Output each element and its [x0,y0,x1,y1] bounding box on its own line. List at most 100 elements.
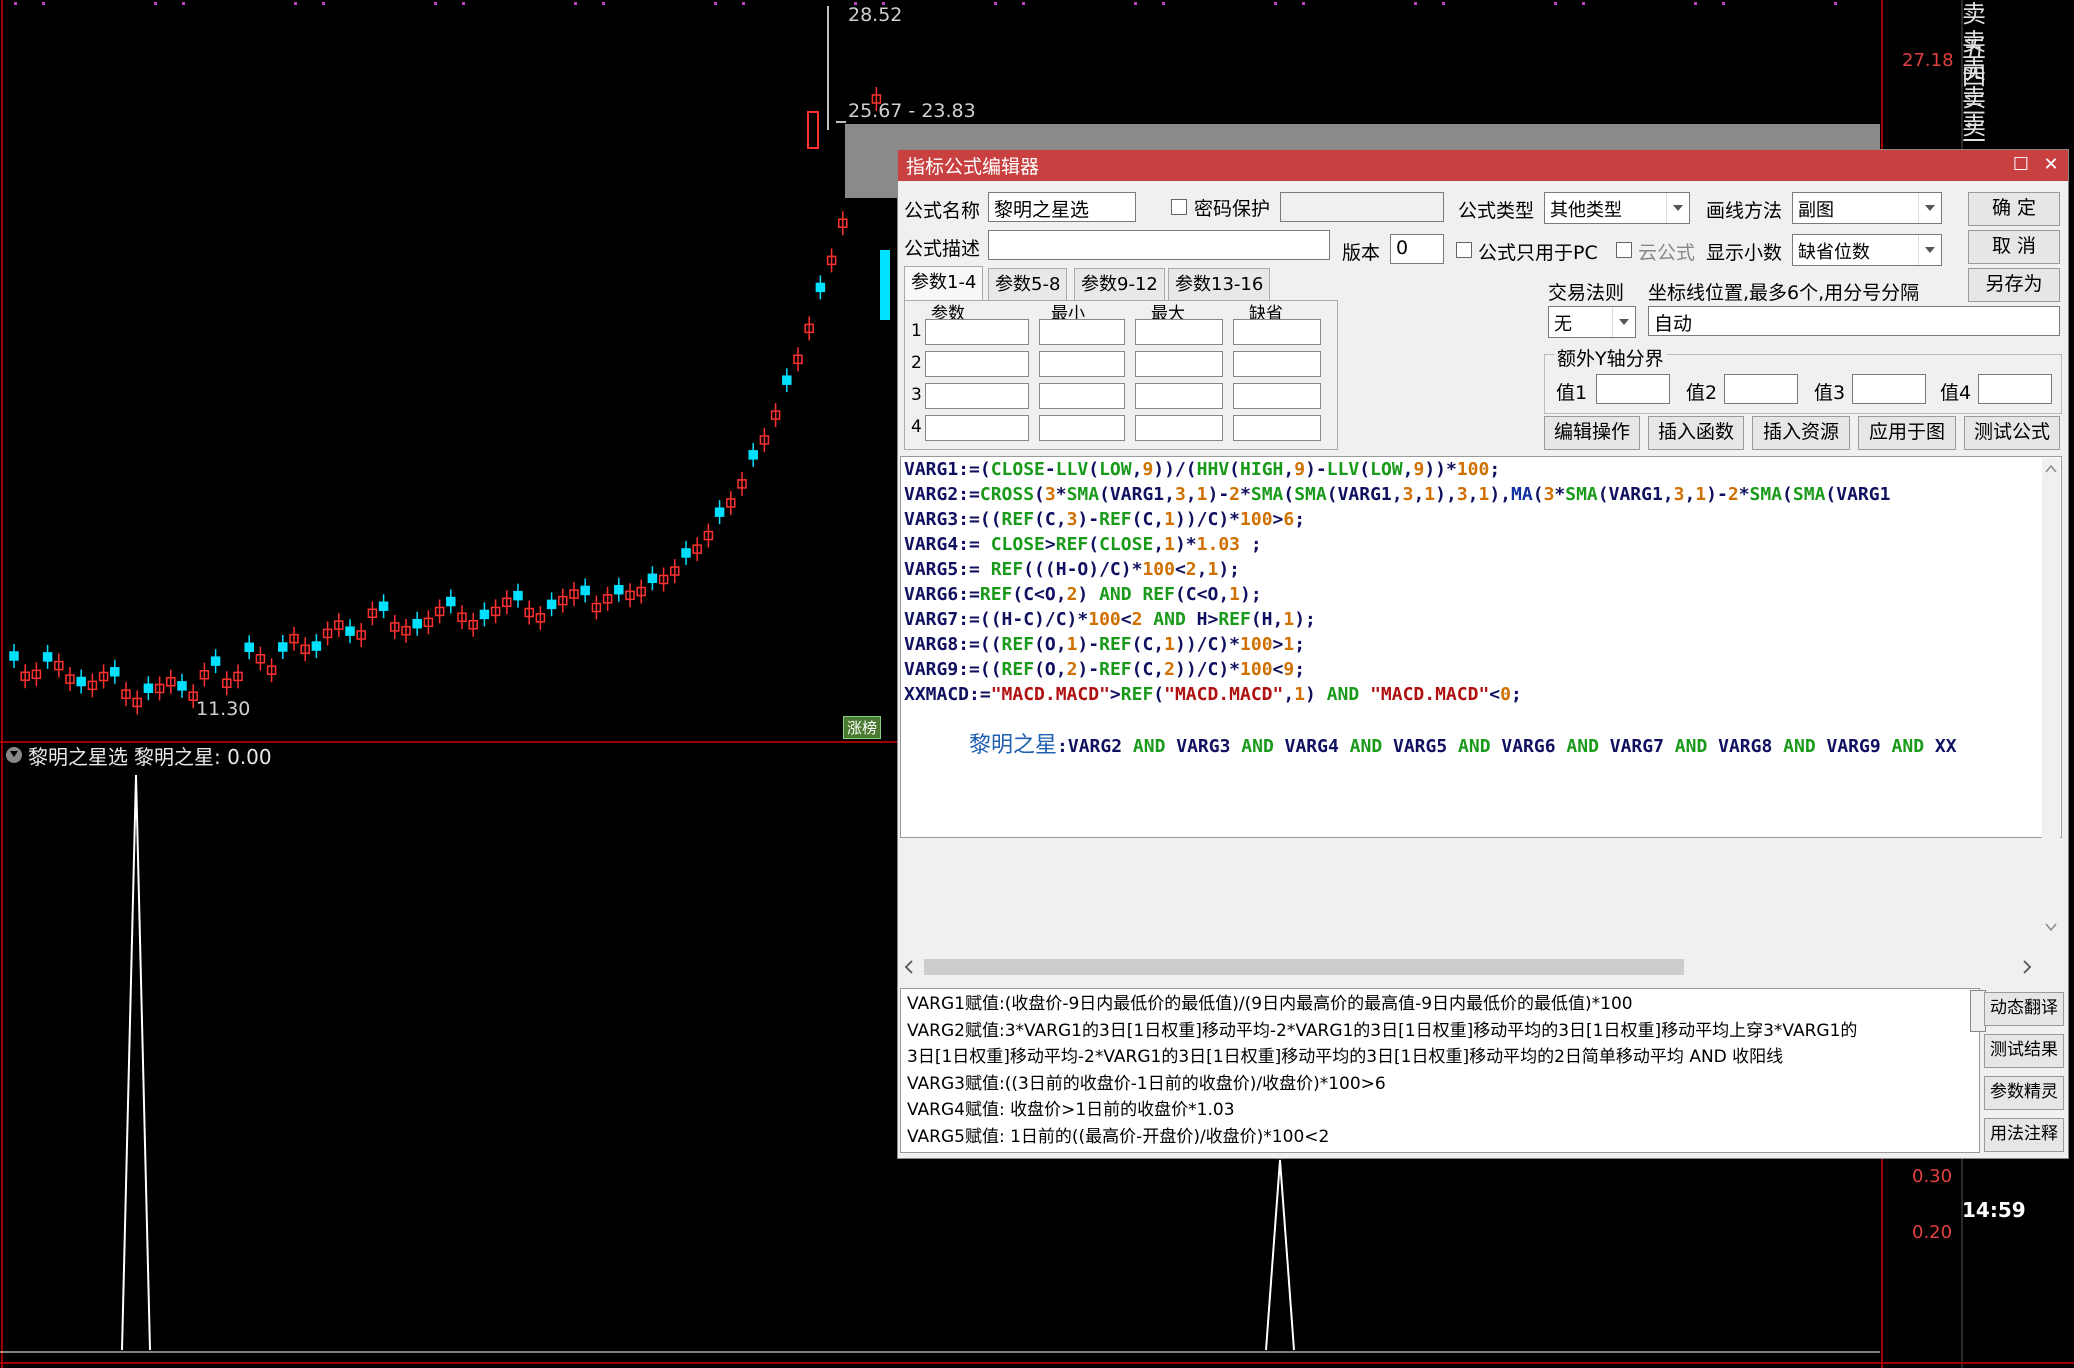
password-input[interactable] [1280,192,1444,222]
param-max-cell[interactable] [1135,415,1223,441]
save-as-button[interactable]: 另存为 [1968,268,2060,302]
draw-method-select[interactable]: 副图 [1792,192,1942,224]
description-input[interactable] [988,230,1330,260]
top-marker [434,2,437,5]
insert-resource-button[interactable]: 插入资源 [1752,416,1850,450]
cancel-button[interactable]: 取 消 [1968,230,2060,264]
apply-to-chart-button[interactable]: 应用于图 [1858,416,1956,450]
ok-button[interactable]: 确 定 [1968,192,2060,226]
insert-function-button[interactable]: 插入函数 [1648,416,1744,450]
usage-notes-button[interactable]: 用法注释 [1984,1118,2064,1152]
explain-line: VARG4赋值: 收盘价>1日前的收盘价*1.03 [907,1100,1235,1120]
dynamic-translate-button[interactable]: 动态翻译 [1984,992,2064,1026]
draw-method-label: 画线方法 [1706,200,1783,222]
candle-body [244,642,254,653]
top-marker [1414,2,1417,5]
formula-name-input[interactable]: 黎明之星选 [988,192,1136,222]
chevron-down-icon [1918,193,1941,223]
code-line: VARG8:=((REF(O,1)-REF(C,1))/C)*100>1; [904,634,1306,655]
signal-spike [1265,1159,1295,1351]
candle-body [748,450,758,460]
value-3-label: 值3 [1814,382,1846,404]
editor-vertical-scrollbar[interactable] [2042,458,2060,938]
output-name: 黎明之星 [969,733,1058,758]
edit-ops-button[interactable]: 编辑操作 [1544,416,1640,450]
candle-body [580,585,590,596]
param-row-num: 4 [911,417,922,437]
top-marker [14,2,17,5]
dropdown-circle-icon[interactable] [6,747,22,763]
cloud-checkbox[interactable] [1616,242,1632,258]
param-min-cell[interactable] [1039,319,1125,345]
param-name-cell[interactable] [925,351,1029,377]
formula-code-editor[interactable]: VARG1:=(CLOSE-LLV(LOW,9))/(HHV(HIGH,9)-L… [900,456,2062,838]
formula-name-label: 公式名称 [904,200,981,222]
dialog-titlebar[interactable]: 指标公式编辑器 ☐ ✕ [898,150,2068,181]
trade-rule-select[interactable]: 无 [1548,306,1636,338]
close-icon[interactable]: ✕ [2040,154,2062,176]
value-2-input[interactable] [1724,374,1798,404]
value-3-input[interactable] [1852,374,1926,404]
editor-horizontal-scrollbar[interactable] [900,956,2040,978]
param-min-cell[interactable] [1039,415,1125,441]
axis-label-020: 0.20 [1912,1222,1953,1243]
param-default-cell[interactable] [1233,383,1321,409]
param-wizard-button[interactable]: 参数精灵 [1984,1076,2064,1110]
rank-tag[interactable]: 涨榜 [843,716,882,739]
code-line: VARG6:=REF(C<O,2) AND REF(C<O,1); [904,584,1262,605]
top-marker [1582,2,1585,5]
test-formula-button[interactable]: 测试公式 [1964,416,2060,450]
code-line: VARG3:=((REF(C,3)-REF(C,1))/C)*100>6; [904,509,1306,530]
tab-params-5-8[interactable]: 参数5-8 [988,268,1068,300]
tab-params-13-16[interactable]: 参数13-16 [1168,268,1271,300]
param-max-cell[interactable] [1135,383,1223,409]
draw-method-value: 副图 [1798,200,1834,221]
top-marker [1302,2,1305,5]
test-result-button[interactable]: 测试结果 [1984,1034,2064,1068]
top-marker [322,2,325,5]
candle-body [714,507,725,517]
axis-position-input[interactable]: 自动 [1648,306,2060,336]
candle-body [815,282,826,293]
price-high-label: 28.52 [848,4,903,26]
maximize-icon[interactable]: ☐ [2010,154,2032,176]
param-max-cell[interactable] [1135,351,1223,377]
axis-position-label: 坐标线位置,最多6个,用分号分隔 [1648,282,1920,304]
param-min-cell[interactable] [1039,351,1125,377]
candle-body [9,651,19,661]
param-name-cell[interactable] [925,415,1029,441]
candle-body [880,250,890,320]
top-marker [1022,2,1025,5]
param-row-num: 2 [911,353,922,373]
tab-params-9-12[interactable]: 参数9-12 [1074,268,1165,300]
param-max-cell[interactable] [1135,319,1223,345]
axis-label-030: 0.30 [1912,1166,1953,1187]
password-checkbox[interactable] [1171,199,1187,215]
param-min-cell[interactable] [1039,383,1125,409]
top-marker [182,2,185,5]
version-input[interactable]: 0 [1390,234,1444,264]
formula-type-select[interactable]: 其他类型 [1544,192,1690,224]
indicator-name[interactable]: 黎明之星选 [28,741,128,770]
param-row-num: 1 [911,321,922,341]
value-1-input[interactable] [1596,374,1670,404]
param-name-cell[interactable] [925,319,1029,345]
candle-body [513,590,523,601]
time-label: 14:59 [1962,1198,2026,1222]
value-2-label: 值2 [1686,382,1718,404]
param-default-cell[interactable] [1233,319,1321,345]
decimals-select[interactable]: 缺省位数 [1792,234,1942,266]
cloud-label: 云公式 [1638,242,1696,264]
pc-only-checkbox[interactable] [1456,242,1472,258]
top-marker [714,2,717,5]
tab-params-1-4[interactable]: 参数1-4 [904,266,984,300]
description-label: 公式描述 [904,238,981,260]
top-marker [574,2,577,5]
param-default-cell[interactable] [1233,415,1321,441]
param-default-cell[interactable] [1233,351,1321,377]
candle-body [681,548,691,558]
chevron-down-icon [1666,193,1689,223]
top-marker [1554,2,1557,5]
param-name-cell[interactable] [925,383,1029,409]
value-4-input[interactable] [1978,374,2052,404]
